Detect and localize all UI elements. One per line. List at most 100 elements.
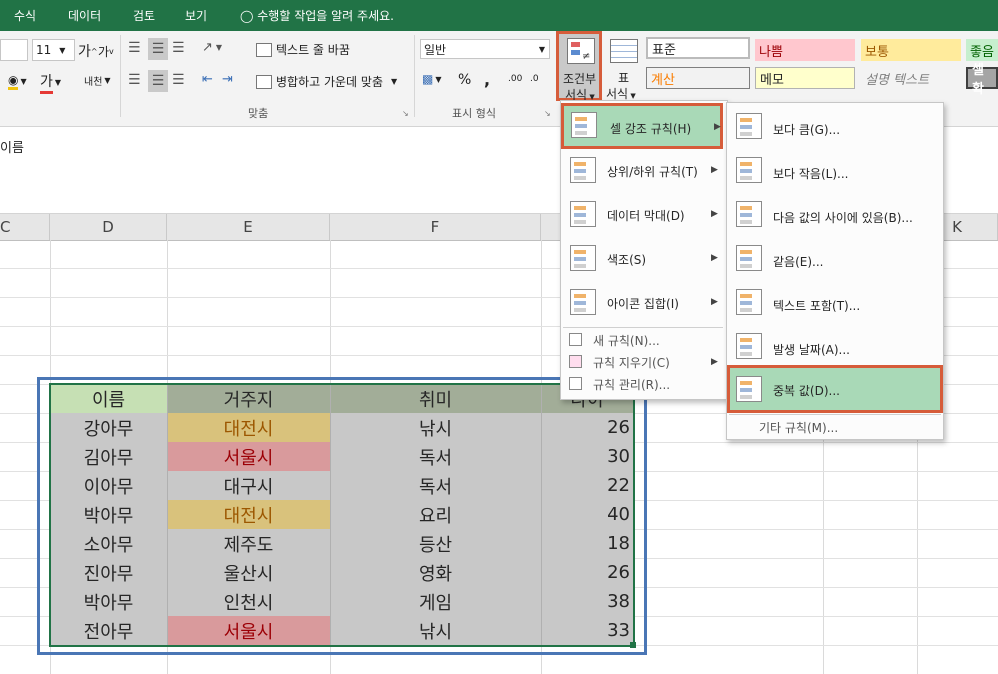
submenu-item-duplicate-values[interactable]: 중복 값(D)... bbox=[727, 365, 943, 413]
column-header-c[interactable]: C bbox=[0, 214, 50, 240]
menu-item-highlight-cells-rules[interactable]: 셀 강조 규칙(H) ▶ bbox=[561, 103, 723, 149]
between-icon bbox=[736, 201, 762, 227]
duplicate-values-icon bbox=[736, 376, 762, 402]
tab-formulas[interactable]: 수식 bbox=[14, 7, 36, 24]
wrap-text-button[interactable]: 텍스트 줄 바꿈 bbox=[256, 41, 350, 58]
increase-indent-icon[interactable]: ⇥ bbox=[222, 72, 233, 87]
new-rule-icon bbox=[569, 333, 582, 346]
menu-divider bbox=[729, 414, 941, 415]
align-top-icon[interactable]: ☰ bbox=[128, 40, 141, 56]
color-scales-icon bbox=[570, 245, 596, 271]
style-neutral[interactable]: 보통 bbox=[861, 39, 961, 61]
chevron-right-icon: ▶ bbox=[711, 209, 718, 219]
tab-review[interactable]: 검토 bbox=[133, 7, 155, 24]
style-explanatory[interactable]: 설명 텍스트 bbox=[861, 67, 961, 89]
chevron-right-icon: ▶ bbox=[711, 165, 718, 175]
group-separator bbox=[120, 35, 121, 117]
tell-me-box[interactable]: ◯ 수행할 작업을 알려 주세요. bbox=[240, 7, 394, 24]
chevron-right-icon: ▶ bbox=[711, 297, 718, 307]
format-as-table-button[interactable]: 표 서식 ▼ bbox=[606, 35, 642, 101]
icon-sets-icon bbox=[570, 289, 596, 315]
style-good[interactable]: 좋음 bbox=[966, 39, 998, 61]
menu-divider bbox=[563, 327, 723, 328]
merge-center-button[interactable]: 병합하고 가운데 맞춤 ▼ bbox=[256, 73, 397, 90]
font-size-value: 11 bbox=[36, 43, 52, 57]
decrease-decimal-button[interactable]: .0 bbox=[530, 74, 539, 84]
menu-item-clear-rules[interactable]: 규칙 지우기(C) ▶ bbox=[561, 351, 723, 373]
style-note[interactable]: 메모 bbox=[755, 67, 855, 89]
align-middle-icon[interactable]: ☰ bbox=[148, 38, 168, 60]
top-bottom-rules-icon bbox=[570, 157, 596, 183]
conditional-formatting-button[interactable]: ≠ 조건부 서식 ▼ bbox=[556, 31, 602, 102]
column-header-d[interactable]: D bbox=[50, 214, 167, 240]
align-right-icon[interactable]: ☰ bbox=[172, 72, 185, 88]
style-check-cell[interactable]: 셀 확 bbox=[966, 63, 998, 97]
accounting-format-icon[interactable]: ▩ ▼ bbox=[422, 72, 442, 86]
chevron-right-icon: ▶ bbox=[711, 253, 718, 263]
conditional-format-icon: ≠ bbox=[567, 38, 595, 64]
equal-to-icon bbox=[736, 245, 762, 271]
manage-rules-icon bbox=[569, 377, 582, 390]
style-normal[interactable]: 표준 bbox=[646, 37, 750, 59]
chevron-down-icon: ▼ bbox=[538, 44, 545, 54]
menu-item-color-scales[interactable]: 색조(S) ▶ bbox=[561, 239, 723, 283]
dialog-launcher-icon[interactable]: ↘ bbox=[544, 109, 551, 118]
align-left-icon[interactable]: ☰ bbox=[128, 72, 141, 88]
group-label-alignment: 맞춤 bbox=[248, 107, 269, 120]
submenu-item-date-occurring[interactable]: 발생 날짜(A)... bbox=[727, 325, 941, 369]
submenu-item-text-contains[interactable]: 텍스트 포함(T)... bbox=[727, 281, 941, 325]
data-bars-icon bbox=[570, 201, 596, 227]
table-callout-outline bbox=[37, 377, 647, 655]
chevron-right-icon: ▶ bbox=[714, 122, 721, 132]
percent-button[interactable]: % bbox=[458, 72, 471, 88]
submenu-item-between[interactable]: 다음 값의 사이에 있음(B)... bbox=[727, 193, 941, 237]
column-header-f[interactable]: F bbox=[330, 214, 541, 240]
eraser-icon bbox=[569, 355, 582, 368]
font-size-dropdown[interactable]: 11 ▼ bbox=[32, 39, 75, 61]
less-than-icon bbox=[736, 157, 762, 183]
comma-button[interactable]: , bbox=[484, 70, 490, 89]
menu-item-data-bars[interactable]: 데이터 막대(D) ▶ bbox=[561, 195, 723, 239]
align-bottom-icon[interactable]: ☰ bbox=[172, 40, 185, 56]
conditional-formatting-menu: 셀 강조 규칙(H) ▶ 상위/하위 규칙(T) ▶ 데이터 막대(D) ▶ 색… bbox=[560, 100, 728, 400]
increase-decimal-button[interactable]: .00 bbox=[508, 74, 522, 84]
group-separator bbox=[414, 35, 415, 117]
greater-than-icon bbox=[736, 113, 762, 139]
submenu-item-more-rules[interactable]: 기타 규칙(M)... bbox=[727, 416, 941, 438]
menu-item-new-rule[interactable]: 새 규칙(N)... bbox=[561, 329, 723, 351]
column-header-e[interactable]: E bbox=[167, 214, 330, 240]
chevron-right-icon: ▶ bbox=[711, 357, 718, 367]
wrap-text-icon bbox=[256, 42, 272, 57]
text-contains-icon bbox=[736, 289, 762, 315]
style-calculation[interactable]: 계산 bbox=[646, 67, 750, 89]
highlight-cells-rules-icon bbox=[571, 112, 597, 138]
formula-content: 이름 bbox=[0, 141, 24, 156]
highlight-cells-submenu: 보다 큼(G)... 보다 작음(L)... 다음 값의 사이에 있음(B)..… bbox=[726, 102, 944, 440]
dialog-launcher-icon[interactable]: ↘ bbox=[402, 109, 409, 118]
shrink-font-button[interactable]: 가v bbox=[98, 43, 114, 60]
grow-font-button[interactable]: 가 ^ bbox=[78, 41, 98, 61]
font-color-button[interactable]: 가 ▼ bbox=[40, 71, 61, 94]
tab-view[interactable]: 보기 bbox=[185, 7, 207, 24]
menu-item-top-bottom-rules[interactable]: 상위/하위 규칙(T) ▶ bbox=[561, 151, 723, 195]
style-bad[interactable]: 나쁨 bbox=[755, 39, 855, 61]
table-format-icon bbox=[610, 39, 638, 63]
group-label-number: 표시 형식 bbox=[452, 107, 496, 120]
menu-item-manage-rules[interactable]: 규칙 관리(R)... bbox=[561, 373, 723, 395]
decrease-indent-icon[interactable]: ⇤ bbox=[202, 72, 213, 87]
orientation-button[interactable]: ↗ ▼ bbox=[202, 40, 222, 55]
submenu-item-equal-to[interactable]: 같음(E)... bbox=[727, 237, 941, 281]
font-name-dropdown[interactable] bbox=[0, 39, 28, 61]
tab-data[interactable]: 데이터 bbox=[68, 7, 101, 24]
align-center-icon[interactable]: ☰ bbox=[148, 70, 168, 92]
chevron-down-icon: ▼ bbox=[59, 45, 66, 55]
submenu-item-less-than[interactable]: 보다 작음(L)... bbox=[727, 149, 941, 193]
fill-color-button[interactable]: ◉ ▼ bbox=[8, 73, 27, 90]
merge-cells-icon bbox=[256, 74, 272, 89]
lightbulb-icon: ◯ bbox=[240, 9, 254, 23]
menu-item-icon-sets[interactable]: 아이콘 집합(I) ▶ bbox=[561, 283, 723, 327]
number-format-dropdown[interactable]: 일반 ▼ bbox=[420, 39, 550, 59]
submenu-item-greater-than[interactable]: 보다 큼(G)... bbox=[727, 105, 941, 149]
phonetic-button[interactable]: 내천 ▼ bbox=[84, 73, 111, 88]
ribbon-tab-bar: 수식 데이터 검토 보기 ◯ 수행할 작업을 알려 주세요. bbox=[0, 0, 998, 31]
